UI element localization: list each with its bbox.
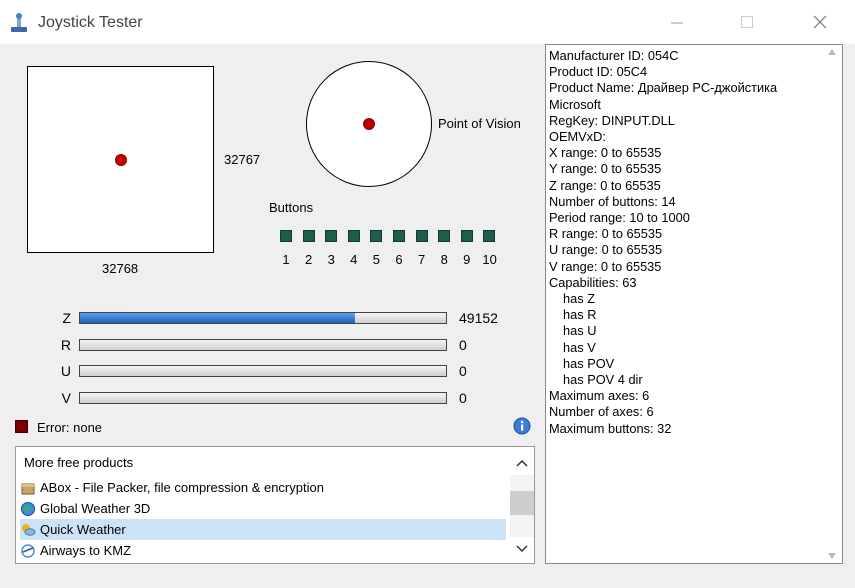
info-line: has R	[563, 307, 597, 323]
info-line: Period range: 10 to 1000	[549, 210, 690, 226]
error-status-text: Error: none	[37, 420, 103, 435]
button-number: 1	[282, 252, 290, 267]
axis-name: Z	[62, 310, 71, 326]
axis-name: V	[61, 389, 71, 406]
close-button[interactable]	[803, 10, 837, 34]
info-line: RegKey: DINPUT.DLL	[549, 112, 675, 128]
title-bar: Joystick Tester	[0, 0, 855, 44]
axis-bar	[79, 391, 447, 404]
axis-value: 49152	[459, 310, 498, 326]
axis-value: 0	[459, 336, 467, 353]
xy-position-box	[27, 66, 214, 253]
list-item-label: Airways to KMZ	[40, 543, 132, 558]
info-line: R range: 0 to 65535	[549, 226, 663, 242]
info-line: Maximum axes: 6	[549, 388, 650, 404]
minimize-button[interactable]	[660, 10, 694, 34]
chevron-up-icon	[516, 459, 528, 467]
list-scroll-down[interactable]	[510, 539, 534, 559]
joystick-icon	[11, 13, 27, 32]
button-indicator	[370, 230, 383, 242]
package-icon	[20, 480, 40, 496]
x-axis-value: 32768	[102, 261, 139, 276]
button-indicator	[460, 230, 473, 242]
button-indicator	[438, 230, 451, 242]
close-icon	[813, 15, 827, 29]
info-line: has Z	[563, 291, 596, 307]
button-indicator	[325, 230, 338, 242]
pov-dot	[363, 118, 375, 130]
info-line: X range: 0 to 65535	[549, 145, 662, 161]
chevron-down-icon	[516, 545, 528, 553]
info-line: Number of axes: 6	[549, 404, 654, 420]
button-number: 3	[327, 252, 335, 267]
panel-scroll-up-icon[interactable]	[828, 49, 836, 55]
weather-icon	[20, 522, 40, 538]
button-indicator	[280, 230, 292, 242]
button-indicator	[347, 230, 360, 242]
button-number: 6	[395, 252, 403, 267]
info-line: has V	[563, 339, 596, 355]
list-item-label: ABox - File Packer, file compression & e…	[40, 480, 324, 495]
axis-value: 0	[459, 363, 467, 379]
globe-icon	[20, 501, 40, 517]
info-line: Product Name: Драйвер PC-джойстика	[549, 80, 778, 96]
info-line: V range: 0 to 65535	[549, 258, 662, 274]
axis-bar	[79, 338, 447, 351]
info-line: OEMVxD:	[549, 129, 606, 145]
y-axis-value: 32767	[224, 152, 261, 167]
axis-bar	[79, 365, 447, 377]
info-line: Manufacturer ID: 054C	[549, 48, 679, 63]
xy-position-dot	[115, 154, 127, 166]
maximize-button[interactable]	[730, 10, 764, 34]
button-number: 7	[417, 252, 426, 267]
info-line: has U	[563, 323, 597, 339]
info-line: Microsoft	[549, 96, 601, 112]
button-indicator	[393, 230, 405, 242]
axis-bar	[79, 312, 447, 324]
list-scroll-thumb[interactable]	[510, 491, 534, 515]
button-number: 9	[463, 252, 471, 267]
button-indicator	[483, 230, 496, 242]
info-line: has POV	[563, 355, 615, 371]
button-number: 4	[350, 252, 358, 267]
info-line: Maximum buttons: 32	[549, 420, 672, 436]
pov-label: Point of Vision	[438, 116, 521, 131]
window-title: Joystick Tester	[38, 14, 143, 31]
button-indicator	[415, 230, 428, 242]
info-line: Z range: 0 to 65535	[549, 177, 661, 193]
maximize-icon	[741, 16, 753, 28]
info-line: Number of buttons: 14	[549, 193, 676, 209]
list-scroll-up[interactable]	[510, 453, 534, 473]
list-item[interactable]: Quick Weather	[20, 519, 506, 540]
panel-scroll-down-icon[interactable]	[828, 553, 836, 559]
list-item-label: Quick Weather	[40, 522, 126, 537]
button-number: 2	[304, 252, 313, 267]
info-line: Capabilities: 63	[549, 274, 637, 290]
list-item[interactable]: ABox - File Packer, file compression & e…	[20, 477, 506, 498]
buttons-label: Buttons	[269, 200, 314, 215]
list-item-label: Global Weather 3D	[40, 501, 151, 516]
button-number: 8	[440, 252, 448, 267]
device-info-panel[interactable]: Manufacturer ID: 054C Product ID: 05C4 Pro…	[545, 44, 843, 564]
error-status-indicator	[15, 420, 28, 433]
airways-icon	[20, 543, 40, 559]
button-number: 10	[482, 252, 497, 267]
more-products-list[interactable]: More free products ABox - File Packer, f…	[15, 446, 535, 564]
axis-value: 0	[459, 389, 467, 406]
info-line: has POV 4 dir	[563, 372, 643, 388]
axis-name: U	[60, 363, 71, 379]
minimize-icon	[671, 22, 683, 24]
axis-name: R	[60, 336, 71, 353]
info-line: U range: 0 to 65535	[549, 242, 663, 258]
list-item[interactable]: Global Weather 3D	[20, 498, 506, 519]
info-line: Product ID: 05C4	[549, 64, 648, 80]
info-line: Y range: 0 to 65535	[549, 161, 662, 177]
button-number: 5	[372, 252, 380, 267]
info-icon[interactable]	[513, 417, 531, 435]
pov-indicator	[306, 61, 432, 187]
button-indicator	[302, 230, 315, 242]
axis-bar-fill	[80, 313, 355, 323]
list-item[interactable]: Airways to KMZ	[20, 540, 506, 561]
list-header: More free products	[24, 455, 134, 470]
